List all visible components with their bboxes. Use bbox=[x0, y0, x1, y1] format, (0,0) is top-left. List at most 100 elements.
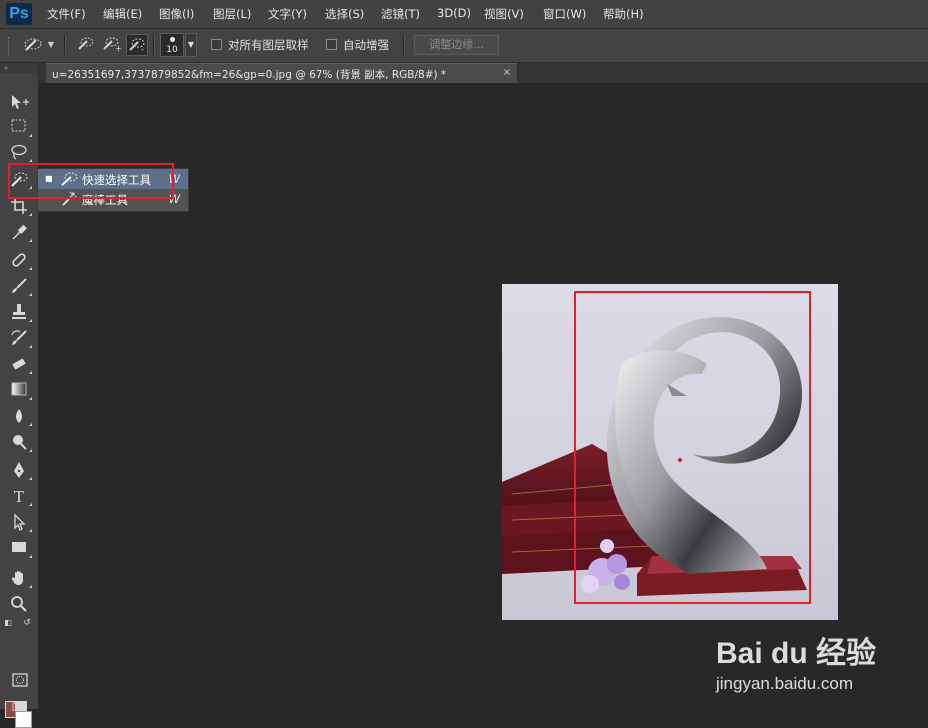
menu-file[interactable]: 文件(F) bbox=[47, 6, 86, 22]
pen-tool[interactable] bbox=[8, 461, 32, 481]
dodge-icon bbox=[13, 435, 27, 450]
dodge-tool[interactable] bbox=[8, 433, 32, 453]
gradient-icon bbox=[11, 382, 27, 396]
clone-stamp-tool[interactable] bbox=[8, 303, 32, 323]
toolbox-collapse-icon[interactable]: » bbox=[0, 63, 38, 73]
history-brush-tool[interactable] bbox=[8, 329, 32, 349]
marquee-tool[interactable] bbox=[8, 118, 32, 138]
swap-colors-icon[interactable]: ↺ bbox=[22, 618, 32, 628]
move-icon bbox=[12, 95, 29, 109]
lasso-icon bbox=[11, 144, 27, 160]
brush-icon bbox=[12, 278, 27, 293]
baidu-jingyan-watermark: Bai du 经验 jingyan.baidu.com bbox=[716, 628, 876, 694]
zoom-icon bbox=[11, 596, 27, 612]
hand-tool[interactable] bbox=[8, 569, 32, 589]
brush-picker-chevron-icon[interactable]: ▼ bbox=[185, 33, 197, 57]
subtract-from-selection-icon: - bbox=[129, 38, 145, 54]
healing-brush-tool[interactable] bbox=[8, 251, 32, 271]
close-icon[interactable]: × bbox=[503, 67, 511, 78]
menu-edit[interactable]: 编辑(E) bbox=[103, 6, 142, 22]
menu-type[interactable]: 文字(Y) bbox=[268, 6, 307, 22]
corner-triangle-icon bbox=[29, 371, 32, 374]
menu-3d[interactable]: 3D(D) bbox=[437, 6, 471, 20]
corner-triangle-icon bbox=[29, 134, 32, 137]
options-bar: ▼ + - 10 ▼ 对所有图层取样 自动增强 调整边缘... bbox=[0, 29, 928, 63]
rectangle-tool[interactable] bbox=[8, 539, 32, 559]
add-to-selection-button[interactable]: + bbox=[100, 34, 122, 56]
sample-all-layers-checkbox[interactable] bbox=[211, 39, 222, 50]
refine-edge-button[interactable]: 调整边缘... bbox=[414, 35, 499, 55]
corner-triangle-icon bbox=[29, 293, 32, 296]
rectangle-shape-icon bbox=[12, 542, 26, 552]
corner-triangle-icon bbox=[29, 397, 32, 400]
type-tool[interactable]: T bbox=[8, 487, 32, 507]
menu-window[interactable]: 窗口(W) bbox=[543, 6, 586, 22]
subtract-from-selection-button[interactable]: - bbox=[126, 34, 148, 56]
corner-triangle-icon bbox=[29, 213, 32, 216]
annotation-highlight-tool bbox=[8, 163, 174, 199]
menu-help[interactable]: 帮助(H) bbox=[603, 6, 644, 22]
brush-tip-icon bbox=[170, 37, 175, 42]
document-tab-bar: u=26351697,3737879852&fm=26&gp=0.jpg @ 6… bbox=[39, 63, 928, 83]
quick-mask-button[interactable] bbox=[9, 672, 31, 692]
screen-mode-button[interactable] bbox=[9, 697, 31, 717]
corner-triangle-icon bbox=[29, 529, 32, 532]
bandage-icon bbox=[12, 253, 26, 267]
document-tab-title: u=26351697,3737879852&fm=26&gp=0.jpg @ 6… bbox=[52, 69, 447, 81]
crop-tool[interactable] bbox=[8, 197, 32, 217]
path-selection-tool[interactable] bbox=[8, 513, 32, 533]
watermark-brand: Bai du 经验 bbox=[716, 637, 877, 670]
eyedropper-tool[interactable] bbox=[8, 223, 32, 243]
auto-enhance-checkbox[interactable] bbox=[326, 39, 337, 50]
eraser-tool[interactable] bbox=[8, 355, 32, 375]
sample-all-layers-label: 对所有图层取样 bbox=[228, 38, 309, 52]
menu-layer[interactable]: 图层(L) bbox=[213, 6, 251, 22]
options-bar-grip[interactable] bbox=[8, 37, 11, 55]
menu-select[interactable]: 选择(S) bbox=[325, 6, 364, 22]
stamp-icon bbox=[12, 304, 26, 319]
menu-image[interactable]: 图像(I) bbox=[159, 6, 194, 22]
blur-tool[interactable] bbox=[8, 407, 32, 427]
eyedropper-icon bbox=[12, 224, 27, 240]
brush-tool[interactable] bbox=[8, 277, 32, 297]
new-selection-button[interactable] bbox=[75, 34, 97, 56]
brush-size-value: 10 bbox=[166, 45, 178, 55]
photoshop-logo: Ps bbox=[6, 3, 32, 25]
divider bbox=[403, 35, 405, 55]
auto-enhance-label: 自动增强 bbox=[343, 38, 389, 52]
tool-preset-picker[interactable] bbox=[20, 35, 46, 55]
corner-triangle-icon bbox=[29, 423, 32, 426]
watermark-url: jingyan.baidu.com bbox=[716, 674, 854, 693]
quick-mask-icon bbox=[12, 673, 28, 687]
brush-picker[interactable]: 10 bbox=[160, 33, 184, 57]
screen-mode-icon bbox=[12, 701, 27, 712]
chevron-down-icon[interactable]: ▼ bbox=[46, 35, 56, 55]
corner-triangle-icon bbox=[29, 319, 32, 322]
divider bbox=[64, 35, 66, 55]
zoom-tool[interactable] bbox=[8, 595, 30, 615]
path-selection-icon bbox=[14, 513, 26, 531]
rectangular-marquee-icon bbox=[11, 119, 26, 132]
type-icon: T bbox=[13, 487, 25, 506]
corner-triangle-icon bbox=[29, 345, 32, 348]
move-tool[interactable] bbox=[8, 93, 30, 113]
drop-icon bbox=[16, 409, 22, 423]
svg-text:-: - bbox=[141, 45, 144, 53]
crop-icon bbox=[11, 198, 27, 214]
corner-triangle-icon bbox=[29, 477, 32, 480]
quick-selection-icon bbox=[24, 38, 42, 51]
lasso-tool[interactable] bbox=[8, 143, 32, 163]
document-tab[interactable]: u=26351697,3737879852&fm=26&gp=0.jpg @ 6… bbox=[46, 63, 517, 83]
menu-filter[interactable]: 滤镜(T) bbox=[381, 6, 420, 22]
add-to-selection-icon: + bbox=[103, 37, 122, 53]
corner-triangle-icon bbox=[29, 239, 32, 242]
new-selection-icon bbox=[78, 37, 94, 50]
toolbox: » T ◧ ↺ bbox=[0, 63, 39, 728]
history-brush-icon bbox=[11, 330, 27, 345]
hand-icon bbox=[11, 571, 23, 585]
menu-view[interactable]: 视图(V) bbox=[484, 6, 524, 22]
default-colors-icon[interactable]: ◧ bbox=[3, 618, 13, 628]
divider bbox=[153, 35, 155, 55]
gradient-tool[interactable] bbox=[8, 381, 32, 401]
annotation-highlight-subject bbox=[574, 291, 811, 604]
